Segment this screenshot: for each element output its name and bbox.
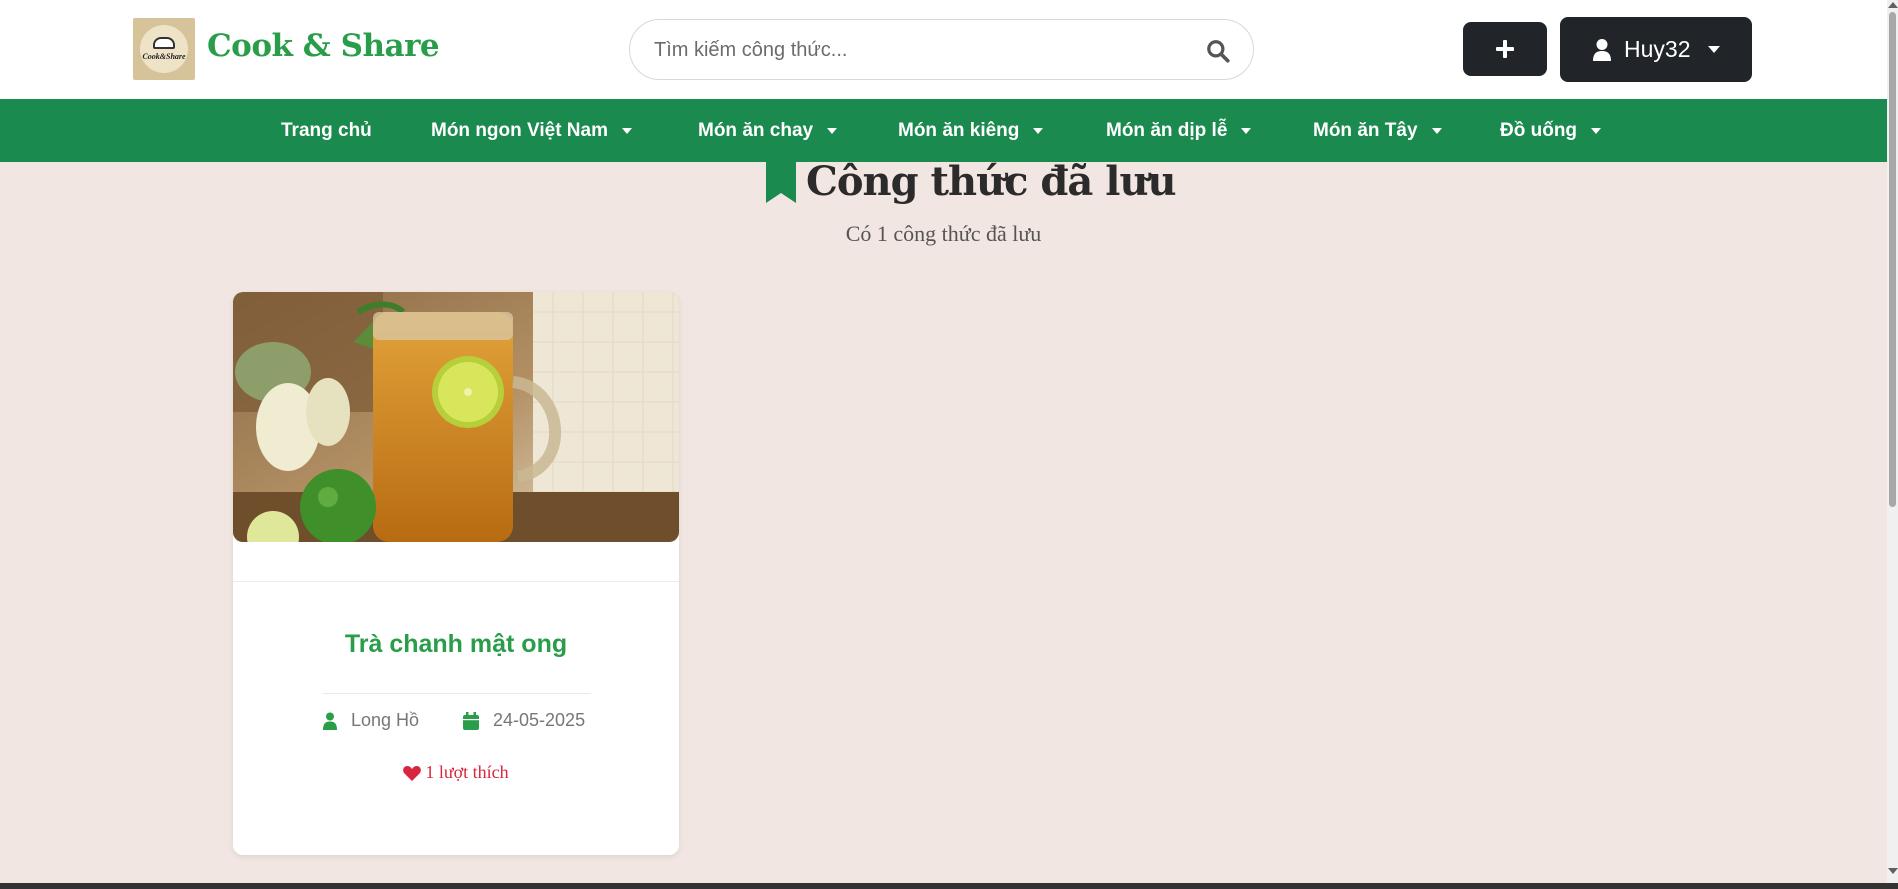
date-text: 24-05-2025	[493, 710, 586, 730]
chef-hat-icon	[153, 37, 175, 49]
recipe-title[interactable]: Trà chanh mật ong	[233, 630, 679, 659]
chevron-down-icon	[1591, 127, 1602, 134]
plus-icon	[1496, 40, 1514, 58]
nav-item-label: Đồ uống	[1500, 119, 1578, 141]
card-divider	[233, 581, 679, 582]
recipe-card[interactable]: Trà chanh mật ong Long Hồ 24-05-2025 1 l…	[233, 292, 679, 855]
nav-item-home[interactable]: Trang chủ	[281, 99, 372, 162]
nav-item-label: Món ăn chay	[698, 119, 814, 141]
chevron-down-icon	[827, 127, 838, 134]
user-name: Huy32	[1624, 36, 1691, 62]
nav-item-western[interactable]: Món ăn Tây	[1313, 99, 1442, 162]
nav-item-label: Món ăn kiêng	[898, 119, 1020, 141]
page-title: Công thức đã lưu	[806, 158, 1177, 205]
nav-item-diet[interactable]: Món ăn kiêng	[898, 99, 1044, 162]
site-logo[interactable]: Cook&Share	[133, 18, 195, 80]
recipe-author: Long Hồ	[323, 710, 419, 731]
search-input[interactable]	[654, 34, 1174, 66]
add-recipe-button[interactable]	[1463, 22, 1547, 76]
bookmark-icon	[766, 160, 796, 203]
saved-count: Có 1 công thức đã lưu	[845, 221, 1042, 246]
calendar-icon	[463, 711, 479, 730]
author-name: Long Hồ	[351, 710, 420, 730]
page-heading: Công thức đã lưu	[766, 158, 1177, 205]
main-nav: Trang chủ Món ngon Việt Nam Món ăn chay …	[0, 99, 1887, 162]
recipe-image[interactable]	[233, 292, 679, 542]
user-menu-button[interactable]: Huy32	[1560, 17, 1752, 82]
window-bottom-edge	[0, 883, 1898, 889]
user-icon	[1593, 38, 1611, 61]
nav-item-vegetarian[interactable]: Món ăn chay	[698, 99, 838, 162]
chevron-down-icon	[621, 127, 632, 134]
site-header: Cook&Share Cook & Share Huy32	[0, 0, 1887, 99]
user-icon	[323, 712, 337, 730]
likes-count: 1 lượt thích	[425, 762, 509, 782]
logo-text: Cook&Share	[142, 52, 186, 61]
nav-item-label: Món ngon Việt Nam	[431, 119, 608, 141]
nav-item-holiday[interactable]: Món ăn dịp lễ	[1106, 99, 1252, 162]
card-divider	[323, 693, 591, 694]
nav-item-label: Món ăn Tây	[1313, 119, 1418, 141]
nav-item-label: Trang chủ	[281, 119, 372, 141]
chevron-down-icon	[1431, 127, 1442, 134]
scroll-up-icon[interactable]	[1888, 2, 1898, 8]
search-icon[interactable]	[1205, 38, 1231, 64]
heart-icon	[403, 765, 422, 781]
nav-item-drinks[interactable]: Đồ uống	[1500, 99, 1602, 162]
chevron-down-icon	[1708, 46, 1721, 53]
nav-item-vietnamese[interactable]: Món ngon Việt Nam	[431, 99, 632, 162]
brand-name[interactable]: Cook & Share	[207, 28, 440, 64]
scrollbar-thumb[interactable]	[1889, 12, 1896, 507]
chevron-down-icon	[1241, 127, 1252, 134]
recipe-date: 24-05-2025	[463, 710, 585, 731]
logo-emblem: Cook&Share	[140, 25, 188, 73]
chevron-down-icon	[1033, 127, 1044, 134]
nav-item-label: Món ăn dịp lễ	[1106, 119, 1228, 141]
scroll-down-icon[interactable]	[1888, 868, 1898, 874]
search-bar	[629, 19, 1254, 80]
recipe-likes: 1 lượt thích	[233, 762, 679, 783]
